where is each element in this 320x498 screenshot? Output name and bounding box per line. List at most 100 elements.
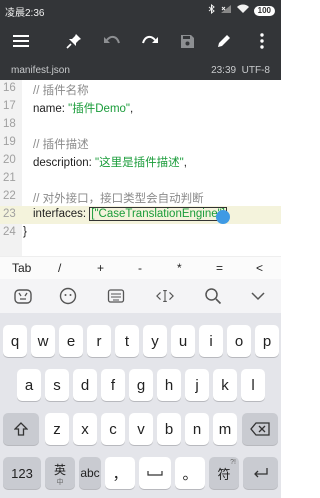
- line-number: 22: [3, 190, 16, 202]
- line-number: 17: [3, 100, 16, 112]
- code-line-current[interactable]: 23 interfaces: ["CaseTranslationEngine"]: [0, 206, 281, 224]
- period-key[interactable]: 。: [175, 457, 205, 489]
- code-line[interactable]: 16 // 插件名称: [0, 80, 281, 98]
- pin-icon[interactable]: [62, 29, 86, 53]
- key-l[interactable]: l: [241, 369, 265, 401]
- comma-key[interactable]: ，: [105, 457, 135, 489]
- file-time: 23:39: [211, 65, 237, 76]
- key-k[interactable]: k: [213, 369, 237, 401]
- key-v[interactable]: v: [129, 413, 153, 445]
- file-meta: 23:39 UTF-8: [211, 65, 270, 76]
- more-options-icon[interactable]: [250, 29, 274, 53]
- code-text: name: "插件Demo",: [33, 100, 133, 116]
- key-m[interactable]: m: [213, 413, 237, 445]
- key-a[interactable]: a: [17, 369, 41, 401]
- symbol-less-than[interactable]: <: [256, 261, 263, 275]
- key-h[interactable]: h: [157, 369, 181, 401]
- code-tail: ,: [130, 103, 134, 115]
- code-text: // 插件描述: [33, 139, 89, 151]
- key-t[interactable]: t: [115, 325, 139, 357]
- soft-keyboard: q w e r t y u i o p a s d f g h j k l z …: [0, 313, 281, 498]
- keyboard-icon[interactable]: [14, 287, 32, 305]
- code-tail: ,: [183, 157, 187, 169]
- undo-icon[interactable]: [100, 29, 124, 53]
- code-text: }: [23, 226, 27, 238]
- backspace-key[interactable]: [242, 413, 278, 445]
- file-info-bar: manifest.json 23:39 UTF-8: [0, 62, 281, 80]
- key-u[interactable]: u: [171, 325, 195, 357]
- symbol-equals[interactable]: =: [216, 261, 223, 275]
- key-n[interactable]: n: [185, 413, 209, 445]
- symbol-slash[interactable]: /: [58, 261, 61, 275]
- key-i[interactable]: i: [199, 325, 223, 357]
- file-name[interactable]: manifest.json: [11, 65, 70, 76]
- numbers-key[interactable]: 123: [3, 457, 41, 489]
- key-e[interactable]: e: [59, 325, 83, 357]
- space-icon: [147, 471, 163, 476]
- edit-icon[interactable]: [212, 29, 236, 53]
- cursor-handle[interactable]: [216, 210, 230, 224]
- code-string: "这里是插件描述": [95, 157, 184, 169]
- editor-toolbar: [0, 20, 281, 62]
- shift-key[interactable]: [3, 413, 39, 445]
- menu-icon[interactable]: [9, 29, 33, 53]
- symbol-minus[interactable]: -: [138, 261, 142, 275]
- symbol-asterisk[interactable]: *: [177, 261, 182, 275]
- symbol-key-label: 符: [217, 466, 231, 482]
- key-w[interactable]: w: [31, 325, 55, 357]
- shift-arrow-icon: [14, 422, 28, 436]
- cursor-move-icon[interactable]: [156, 287, 174, 305]
- collapse-icon[interactable]: [249, 287, 267, 305]
- abc-key[interactable]: abc: [79, 457, 101, 489]
- backspace-icon: [250, 422, 270, 436]
- code-line[interactable]: 18: [0, 116, 281, 134]
- code-text: // 对外接口，接口类型会自动判断: [33, 193, 204, 205]
- code-line[interactable]: 22 // 对外接口，接口类型会自动判断: [0, 188, 281, 206]
- key-z[interactable]: z: [45, 413, 69, 445]
- search-icon[interactable]: [204, 287, 222, 305]
- save-icon[interactable]: [175, 29, 199, 53]
- status-icons: 100: [208, 3, 275, 17]
- space-key[interactable]: [139, 457, 171, 489]
- enter-key[interactable]: [243, 457, 278, 489]
- line-number: 23: [3, 208, 16, 220]
- symbol-tab[interactable]: Tab: [12, 261, 31, 275]
- redo-icon[interactable]: [138, 29, 162, 53]
- key-f[interactable]: f: [101, 369, 125, 401]
- language-sub-label: 中: [56, 479, 64, 486]
- key-p[interactable]: p: [255, 325, 279, 357]
- code-text: // 插件名称: [33, 85, 89, 97]
- key-j[interactable]: j: [185, 369, 209, 401]
- key-y[interactable]: y: [143, 325, 167, 357]
- symbol-key[interactable]: 符 ?!: [209, 457, 239, 489]
- key-c[interactable]: c: [101, 413, 125, 445]
- key-d[interactable]: d: [73, 369, 97, 401]
- code-line[interactable]: 20 description: "这里是插件描述",: [0, 152, 281, 170]
- line-number: 24: [3, 226, 16, 238]
- code-key: description:: [33, 157, 96, 169]
- key-x[interactable]: x: [73, 413, 97, 445]
- code-line[interactable]: 19 // 插件描述: [0, 134, 281, 152]
- key-q[interactable]: q: [3, 325, 27, 357]
- symbol-plus[interactable]: +: [97, 261, 104, 275]
- key-s[interactable]: s: [45, 369, 69, 401]
- line-number: 18: [3, 118, 16, 130]
- code-line[interactable]: 21: [0, 170, 281, 188]
- status-time: 凌晨2:36: [5, 8, 45, 19]
- code-text: description: "这里是插件描述",: [33, 154, 187, 170]
- language-label: 英: [53, 463, 66, 477]
- emoji-icon[interactable]: [59, 287, 77, 305]
- code-editor[interactable]: 16 // 插件名称 17 name: "插件Demo", 18 19 // 插…: [0, 80, 281, 256]
- key-o[interactable]: o: [227, 325, 251, 357]
- signal-x-icon: [220, 4, 232, 17]
- code-line[interactable]: 24 }: [0, 224, 281, 242]
- mini-keyboard-icon[interactable]: [107, 287, 125, 305]
- language-switch-key[interactable]: 英 中: [45, 457, 75, 489]
- key-b[interactable]: b: [157, 413, 181, 445]
- key-r[interactable]: r: [87, 325, 111, 357]
- wifi-icon: [236, 4, 249, 17]
- code-line[interactable]: 17 name: "插件Demo",: [0, 98, 281, 116]
- key-g[interactable]: g: [129, 369, 153, 401]
- battery-icon: 100: [253, 5, 275, 16]
- line-number: 19: [3, 136, 16, 148]
